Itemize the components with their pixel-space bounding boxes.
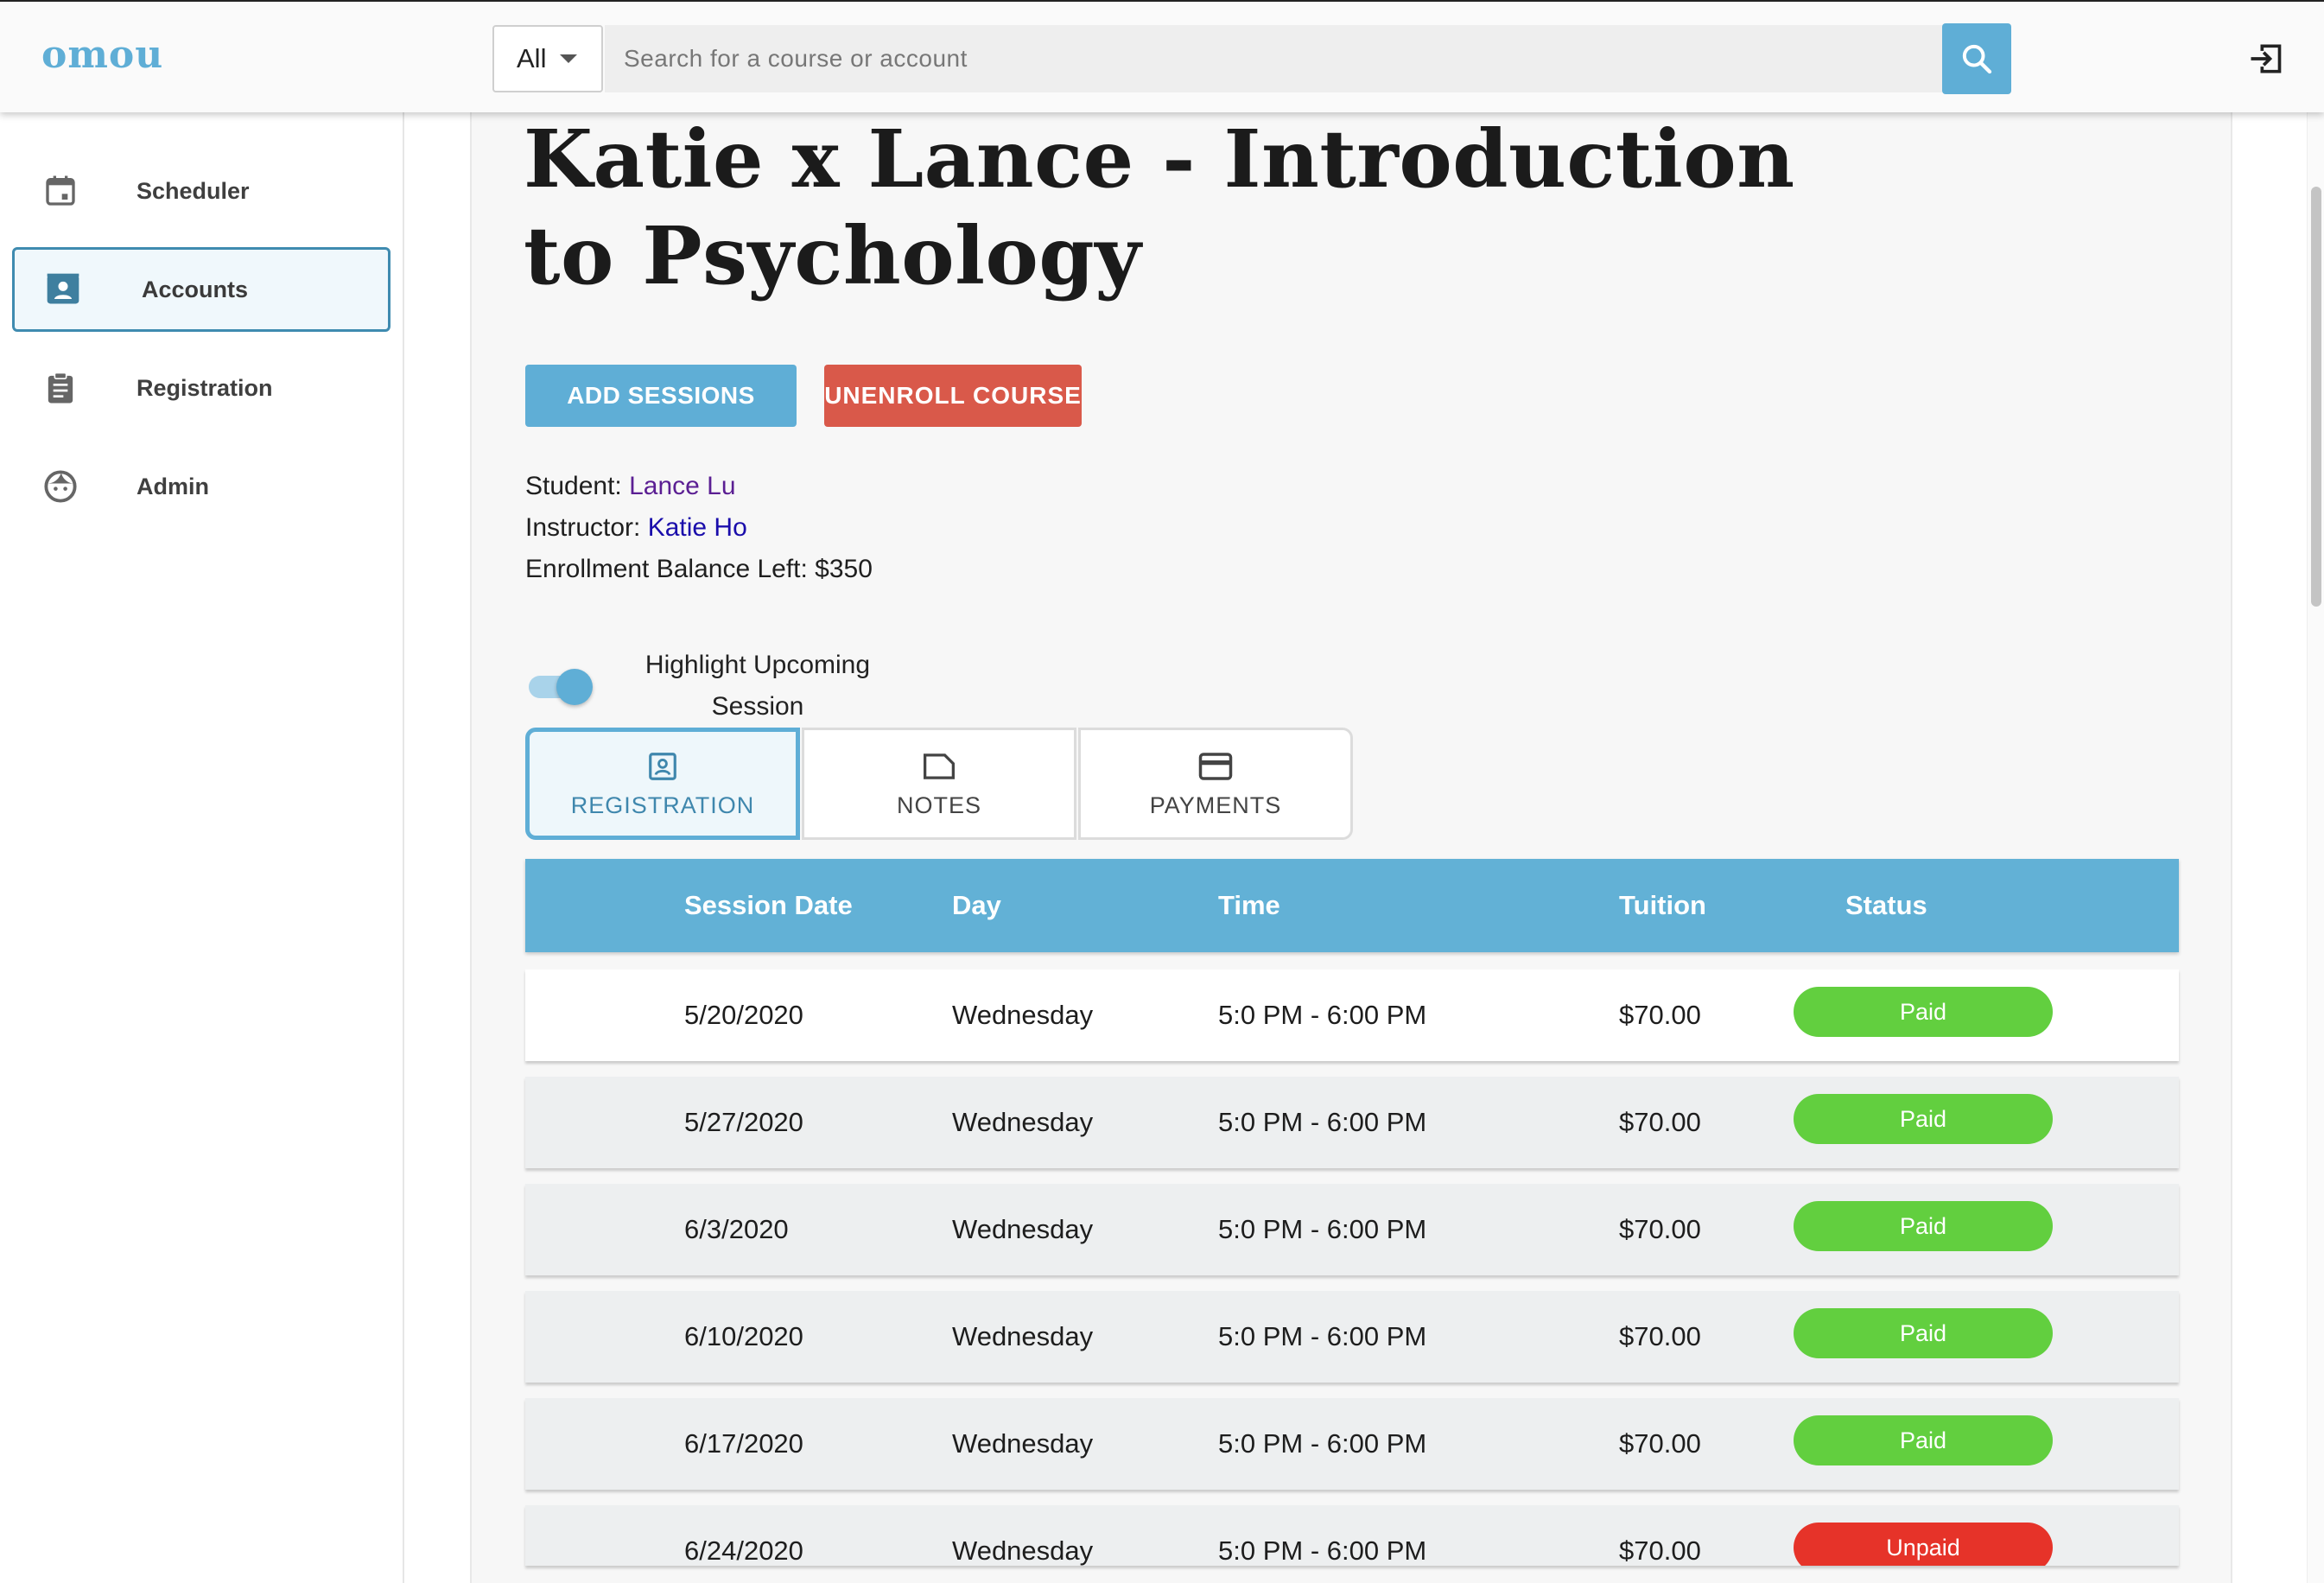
sidebar-item-registration[interactable]: Registration	[12, 346, 391, 430]
tuition-cell: $70.00	[1619, 1214, 1701, 1244]
table-row[interactable]: 6/10/2020 Wednesday 5:0 PM - 6:00 PM $70…	[525, 1291, 2179, 1383]
tab-payments[interactable]: PAYMENTS	[1078, 728, 1353, 840]
unenroll-course-button[interactable]: UNENROLL COURSE	[824, 365, 1082, 427]
enrollment-balance: Enrollment Balance Left: $350	[525, 555, 873, 583]
status-badge: Unpaid	[1794, 1523, 2053, 1566]
sidebar: Scheduler Accounts Registration Admin	[0, 112, 404, 1583]
column-header-tuition[interactable]: Tuition	[1619, 859, 1706, 952]
column-header-time[interactable]: Time	[1218, 859, 1280, 952]
tuition-cell: $70.00	[1619, 1000, 1701, 1030]
session-date-cell: 6/17/2020	[684, 1428, 803, 1459]
time-cell: 5:0 PM - 6:00 PM	[1218, 1428, 1427, 1459]
day-cell: Wednesday	[952, 1535, 1094, 1566]
day-cell: Wednesday	[952, 1000, 1094, 1030]
sidebar-item-scheduler[interactable]: Scheduler	[12, 149, 391, 233]
tuition-cell: $70.00	[1619, 1107, 1701, 1137]
status-badge: Paid	[1794, 1094, 2053, 1144]
status-badge: Paid	[1794, 987, 2053, 1037]
sidebar-item-label: Registration	[137, 374, 273, 401]
search-icon	[1962, 44, 1992, 74]
logout-button[interactable]	[2243, 36, 2288, 81]
day-cell: Wednesday	[952, 1107, 1094, 1137]
time-cell: 5:0 PM - 6:00 PM	[1218, 1535, 1427, 1566]
scrollbar-thumb[interactable]	[2311, 187, 2321, 607]
toggle-knob	[556, 669, 593, 705]
status-badge: Paid	[1794, 1201, 2053, 1251]
contact-card-icon	[44, 270, 82, 308]
session-date-cell: 6/24/2020	[684, 1535, 803, 1566]
table-row[interactable]: 6/24/2020 Wednesday 5:0 PM - 6:00 PM $70…	[525, 1505, 2179, 1566]
tuition-cell: $70.00	[1619, 1428, 1701, 1459]
status-badge: Paid	[1794, 1415, 2053, 1465]
calendar-icon	[41, 172, 79, 210]
top-app-bar: omou All	[0, 0, 2324, 112]
tuition-cell: $70.00	[1619, 1535, 1701, 1566]
day-cell: Wednesday	[952, 1321, 1094, 1351]
student-link[interactable]: Lance Lu	[629, 472, 735, 500]
student-label: Student:	[525, 472, 622, 500]
search-input[interactable]	[605, 25, 1942, 92]
session-date-cell: 6/10/2020	[684, 1321, 803, 1351]
session-date-cell: 5/20/2020	[684, 1000, 803, 1030]
table-row[interactable]: 5/20/2020 Wednesday 5:0 PM - 6:00 PM $70…	[525, 970, 2179, 1061]
page-title: Katie x Lance - Introduction to Psycholo…	[524, 112, 1795, 302]
time-cell: 5:0 PM - 6:00 PM	[1218, 1107, 1427, 1137]
tab-label: PAYMENTS	[1149, 792, 1282, 818]
table-row[interactable]: 6/3/2020 Wednesday 5:0 PM - 6:00 PM $70.…	[525, 1184, 2179, 1275]
sidebar-item-label: Accounts	[142, 276, 249, 302]
search-filter-value: All	[517, 43, 547, 73]
column-header-day[interactable]: Day	[952, 859, 1001, 952]
instructor-info: Instructor: Katie Ho	[525, 513, 747, 543]
sidebar-item-label: Scheduler	[137, 177, 250, 204]
sidebar-item-admin[interactable]: Admin	[12, 444, 391, 529]
column-header-status[interactable]: Status	[1845, 859, 1927, 952]
tab-registration[interactable]: REGISTRATION	[525, 728, 800, 840]
tab-label: REGISTRATION	[570, 792, 755, 818]
day-cell: Wednesday	[952, 1214, 1094, 1244]
day-cell: Wednesday	[952, 1428, 1094, 1459]
instructor-link[interactable]: Katie Ho	[648, 513, 747, 542]
time-cell: 5:0 PM - 6:00 PM	[1218, 1000, 1427, 1030]
contact-card-icon	[646, 749, 679, 784]
app-logo[interactable]: omou	[41, 33, 163, 77]
toggle-label: Highlight Upcoming Session	[644, 651, 871, 721]
table-row[interactable]: 5/27/2020 Wednesday 5:0 PM - 6:00 PM $70…	[525, 1077, 2179, 1168]
student-info: Student: Lance Lu	[525, 472, 736, 501]
session-date-cell: 5/27/2020	[684, 1107, 803, 1137]
note-icon	[922, 749, 956, 784]
column-header-session-date[interactable]: Session Date	[684, 859, 853, 952]
tab-label: NOTES	[896, 792, 981, 818]
face-icon	[41, 467, 79, 505]
instructor-label: Instructor:	[525, 513, 641, 542]
chevron-down-icon	[560, 54, 578, 63]
credit-card-icon	[1197, 749, 1234, 784]
table-row[interactable]: 6/17/2020 Wednesday 5:0 PM - 6:00 PM $70…	[525, 1398, 2179, 1490]
search-button[interactable]	[1942, 23, 2011, 94]
status-badge: Paid	[1794, 1308, 2053, 1358]
tab-bar: REGISTRATION NOTES PAYMENTS	[525, 728, 1355, 840]
session-date-cell: 6/3/2020	[684, 1214, 789, 1244]
tab-notes[interactable]: NOTES	[802, 728, 1076, 840]
add-sessions-button[interactable]: ADD SESSIONS	[525, 365, 797, 427]
tuition-cell: $70.00	[1619, 1321, 1701, 1351]
sidebar-item-accounts[interactable]: Accounts	[12, 247, 391, 332]
time-cell: 5:0 PM - 6:00 PM	[1218, 1214, 1427, 1244]
sessions-table-header: Session Date Day Time Tuition Status	[525, 859, 2179, 952]
highlight-upcoming-toggle[interactable]	[525, 669, 594, 705]
logout-icon	[2251, 44, 2282, 73]
search-filter-select[interactable]: All	[492, 25, 603, 92]
clipboard-icon	[41, 369, 79, 407]
page-scrollbar[interactable]	[2307, 112, 2324, 1583]
sidebar-item-label: Admin	[137, 473, 209, 499]
time-cell: 5:0 PM - 6:00 PM	[1218, 1321, 1427, 1351]
